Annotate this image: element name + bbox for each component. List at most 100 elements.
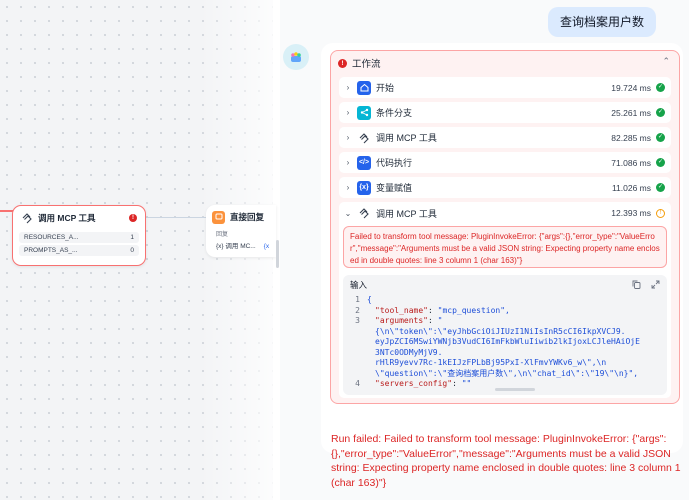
line-number: 1 (355, 295, 360, 304)
check-icon: ✓ (656, 83, 665, 92)
workflow-step[interactable]: › {x} 变量赋值 11.026 ms ✓ (339, 177, 671, 198)
workflow-step[interactable]: › </> 代码执行 71.086 ms ✓ (339, 152, 671, 173)
code-text: { (367, 295, 372, 304)
bot-avatar-icon (291, 52, 301, 62)
reply-sub-label: 回复 (216, 232, 229, 238)
code-line: \"question\":\"查询档案用户数\",\n\"chat_id\":\… (343, 369, 667, 380)
node-edge (146, 217, 206, 218)
copy-icon[interactable] (632, 280, 641, 291)
expand-icon[interactable] (651, 280, 660, 291)
line-number: 3 (355, 316, 360, 325)
code-value: rHlR9yevv7Rc-1kEIJzFPLbBj95PxI-XlFmvYWKv… (375, 358, 607, 367)
reply-icon (212, 210, 225, 224)
step-time: 25.261 ms (611, 107, 651, 118)
check-icon: ✓ (656, 183, 665, 192)
home-icon (357, 80, 371, 95)
line-number (343, 327, 365, 338)
horizontal-scrollbar[interactable] (495, 388, 535, 391)
code-key: "servers_config" (375, 379, 453, 388)
chevron-right-icon: › (346, 108, 350, 117)
row-value: 1 (130, 234, 134, 241)
branch-icon (357, 105, 371, 120)
reply-var-extra: {x (263, 243, 270, 250)
code-line: eyJpZCI6MSwiYWNjb3VudCI6ImFkbWluIiwib2lk… (343, 337, 667, 348)
code-value: "" (461, 379, 472, 388)
code-icon: </> (357, 155, 371, 170)
row-name: RESOURCES_A... (24, 234, 79, 241)
line-number: 2 (355, 305, 360, 315)
workflow-title: 工作流 (352, 59, 381, 70)
step-label: 条件分支 (376, 108, 413, 118)
input-panel: 输入 1{ 2 "tool_name": "mcp_question", 3 "ar… (343, 275, 667, 395)
code-value: \"question\":\"查询档案用户数\",\n\"chat_id\":\… (375, 368, 639, 378)
code-line: 3NTc0ODMyMjV9. (343, 348, 667, 359)
code-value: "mcp_question", (437, 305, 510, 315)
collapse-chevron-icon[interactable]: ⌃ (662, 56, 670, 67)
warning-icon: ! (656, 208, 665, 218)
bot-avatar (283, 44, 309, 70)
input-label: 输入 (350, 280, 368, 290)
direct-reply-node[interactable]: 直接回复 回复 {x} 调用 MC... {x (206, 205, 276, 257)
workflow-step[interactable]: › 调用 MCP 工具 82.285 ms ✓ (339, 127, 671, 148)
code-key: "tool_name" (375, 305, 428, 315)
code-value: {\n\"token\":\"eyJhbGciOiJIUzI1NiIsInR5c… (375, 326, 626, 336)
error-icon: ! (338, 58, 347, 68)
workflow-step-expanded: ⌄ 调用 MCP 工具 12.393 ms ! Failed to transf… (339, 202, 671, 398)
error-badge: ! (129, 214, 137, 222)
mcp-icon (357, 206, 371, 220)
code-line: rHlR9yevv7Rc-1kEIJzFPLbBj95PxI-XlFmvYWKv… (343, 358, 667, 369)
step-error-message: Failed to transform tool message: Plugin… (343, 226, 667, 268)
mcp-tool-node[interactable]: 调用 MCP 工具 ! RESOURCES_A... 1 PROMPTS_AS_… (12, 205, 146, 266)
expanded-step-header[interactable]: ⌄ 调用 MCP 工具 12.393 ms ! (339, 202, 671, 224)
step-label: 调用 MCP 工具 (376, 208, 437, 219)
reply-variable: {x} 调用 MC... {x (206, 240, 276, 250)
workflow-trace: ! 工作流 ⌃ › 开始 19.724 ms ✓ › 条件分支 25.261 m… (330, 50, 680, 404)
variable-icon: {x} (357, 180, 371, 195)
chevron-right-icon: › (346, 133, 350, 142)
step-label: 调用 MCP 工具 (376, 133, 437, 143)
step-time: 71.086 ms (611, 157, 651, 168)
line-number (343, 358, 365, 369)
workflow-header[interactable]: ! 工作流 (338, 56, 381, 70)
line-number: 4 (355, 379, 360, 388)
step-time: 19.724 ms (611, 82, 651, 93)
run-failed-message: Run failed: Failed to transform tool mes… (331, 433, 681, 489)
code-line: {\n\"token\":\"eyJhbGciOiJIUzI1NiIsInR5c… (343, 327, 667, 338)
row-value: 0 (130, 247, 134, 254)
chevron-down-icon: ⌄ (344, 208, 352, 218)
check-icon: ✓ (656, 133, 665, 142)
code-key: "arguments" (375, 316, 428, 325)
mcp-node-title: 调用 MCP 工具 (38, 213, 96, 223)
mcp-icon (357, 131, 371, 145)
line-number (343, 337, 365, 348)
check-icon: ✓ (656, 158, 665, 167)
workflow-step[interactable]: › 开始 19.724 ms ✓ (339, 77, 671, 98)
workflow-step[interactable]: › 条件分支 25.261 ms ✓ (339, 102, 671, 123)
step-time: 12.393 ms (611, 208, 651, 218)
step-label: 开始 (376, 83, 395, 93)
code-line: 3 "arguments": " (343, 316, 667, 327)
node-output-row: PROMPTS_AS_... 0 (19, 245, 139, 256)
code-viewer: 1{ 2 "tool_name": "mcp_question", 3 "argum… (343, 295, 667, 395)
chevron-right-icon: › (346, 158, 350, 167)
user-message: 查询档案用户数 (547, 7, 656, 37)
step-label: 代码执行 (376, 158, 413, 168)
code-value: eyJpZCI6MSwiYWNjb3VudCI6ImFkbWluIiwib2lk… (375, 337, 640, 346)
chevron-right-icon: › (346, 83, 350, 92)
code-value: " (437, 316, 443, 325)
code-line: 1{ (343, 295, 667, 306)
reply-var-text: {x} 调用 MC... (216, 243, 256, 250)
panel-resize-handle[interactable] (276, 240, 279, 268)
step-time: 11.026 ms (611, 182, 651, 193)
code-line: 2 "tool_name": "mcp_question", (343, 306, 667, 317)
code-value: 3NTc0ODMyMjV9. (375, 347, 443, 357)
step-label: 变量赋值 (376, 183, 413, 193)
row-name: PROMPTS_AS_... (24, 247, 78, 254)
chevron-right-icon: › (346, 183, 350, 192)
reply-node-title: 直接回复 (230, 212, 265, 222)
line-number (343, 348, 365, 359)
mcp-icon (21, 212, 33, 224)
node-output-row: RESOURCES_A... 1 (19, 232, 139, 243)
check-icon: ✓ (656, 108, 665, 117)
step-time: 82.285 ms (611, 132, 651, 143)
